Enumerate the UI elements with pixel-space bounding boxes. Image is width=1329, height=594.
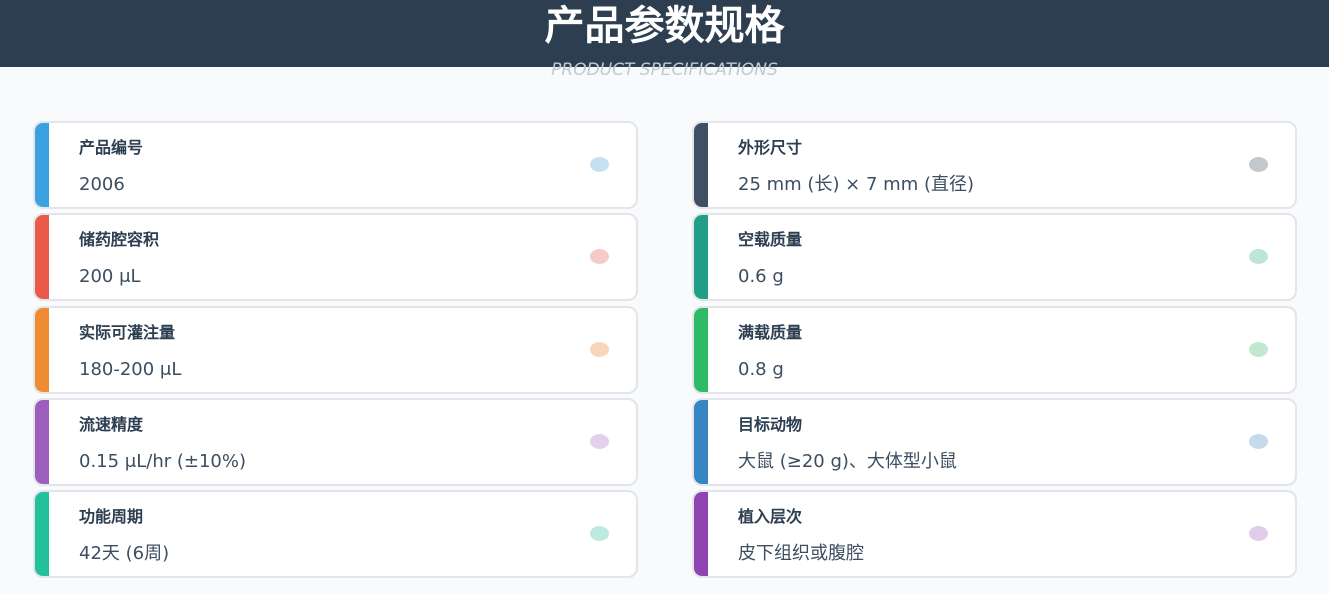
spec-value: 0.6 g <box>738 266 784 287</box>
spec-value: 0.8 g <box>738 359 784 380</box>
indicator-dot-icon <box>590 249 609 264</box>
accent-bar <box>694 308 708 392</box>
spec-card-fill-volume: 实际可灌注量 180-200 μL <box>33 306 638 394</box>
indicator-dot-icon <box>590 157 609 172</box>
accent-bar <box>35 123 49 207</box>
accent-bar <box>694 123 708 207</box>
spec-value: 25 mm (长) × 7 mm (直径) <box>738 174 974 195</box>
indicator-dot-icon <box>590 342 609 357</box>
spec-card-reservoir-volume: 储药腔容积 200 μL <box>33 213 638 301</box>
spec-label: 空载质量 <box>738 230 803 249</box>
accent-bar <box>694 400 708 484</box>
accent-bar <box>694 492 708 576</box>
spec-card-duration: 功能周期 42天 (6周) <box>33 490 638 578</box>
accent-bar <box>694 215 708 299</box>
accent-bar <box>35 492 49 576</box>
spec-label: 产品编号 <box>79 138 144 157</box>
spec-value: 42天 (6周) <box>79 543 170 564</box>
indicator-dot-icon <box>1249 249 1268 264</box>
spec-label: 目标动物 <box>738 415 803 434</box>
accent-bar <box>35 308 49 392</box>
spec-label: 流速精度 <box>79 415 144 434</box>
spec-value: 大鼠 (≥20 g)、大体型小鼠 <box>738 451 957 472</box>
indicator-dot-icon <box>1249 434 1268 449</box>
spec-card-flow-accuracy: 流速精度 0.15 μL/hr (±10%) <box>33 398 638 486</box>
spec-card-full-mass: 满载质量 0.8 g <box>692 306 1297 394</box>
spec-label: 储药腔容积 <box>79 230 160 249</box>
spec-label: 外形尺寸 <box>738 138 803 157</box>
spec-card-implant-site: 植入层次 皮下组织或腹腔 <box>692 490 1297 578</box>
spec-value: 180-200 μL <box>79 359 182 380</box>
page-title: 产品参数规格 <box>544 2 785 49</box>
spec-card-dimensions: 外形尺寸 25 mm (长) × 7 mm (直径) <box>692 121 1297 209</box>
indicator-dot-icon <box>1249 157 1268 172</box>
spec-card-target-animal: 目标动物 大鼠 (≥20 g)、大体型小鼠 <box>692 398 1297 486</box>
spec-value: 200 μL <box>79 266 141 287</box>
accent-bar <box>35 215 49 299</box>
spec-label: 功能周期 <box>79 507 144 526</box>
spec-value: 皮下组织或腹腔 <box>738 543 864 564</box>
page-subtitle: PRODUCT SPECIFICATIONS <box>551 60 778 80</box>
spec-value: 2006 <box>79 174 125 195</box>
spec-label: 满载质量 <box>738 323 803 342</box>
spec-label: 植入层次 <box>738 507 803 526</box>
spec-label: 实际可灌注量 <box>79 323 176 342</box>
spec-card-empty-mass: 空载质量 0.6 g <box>692 213 1297 301</box>
accent-bar <box>35 400 49 484</box>
indicator-dot-icon <box>1249 342 1268 357</box>
spec-card-product-number: 产品编号 2006 <box>33 121 638 209</box>
indicator-dot-icon <box>590 434 609 449</box>
spec-value: 0.15 μL/hr (±10%) <box>79 451 247 472</box>
indicator-dot-icon <box>590 526 609 541</box>
indicator-dot-icon <box>1249 526 1268 541</box>
